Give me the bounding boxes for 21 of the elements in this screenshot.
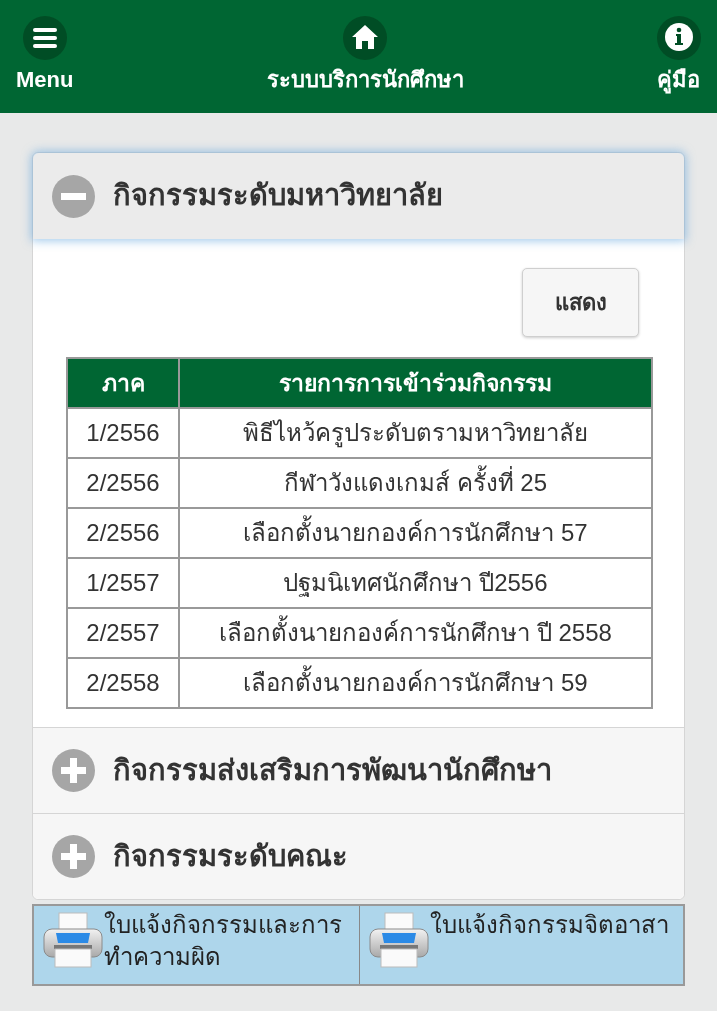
menu-icon[interactable]: [22, 16, 67, 60]
printer-icon: [42, 911, 104, 969]
table-cell: 2/2558: [67, 658, 179, 708]
info-icon[interactable]: [657, 16, 701, 60]
print-link[interactable]: ใบแจ้งกิจกรรมและการทำความผิด: [34, 906, 359, 984]
print-link[interactable]: ใบแจ้งกิจกรรมจิตอาสา: [358, 906, 683, 984]
column-header: ภาค: [67, 358, 179, 408]
printer-icon: [367, 911, 430, 969]
show-button[interactable]: แสดง: [522, 268, 639, 337]
plus-icon: [52, 749, 95, 792]
plus-icon: [52, 835, 95, 878]
nav-label[interactable]: คู่มือ: [657, 66, 701, 94]
column-header: รายการการเข้าร่วมกิจกรรม: [179, 358, 652, 408]
accordion-header[interactable]: กิจกรรมระดับคณะ: [33, 813, 684, 899]
table-cell: เลือกตั้งนายกองค์การนักศึกษา 59: [179, 658, 652, 708]
accordion-header[interactable]: กิจกรรมระดับมหาวิทยาลัย: [33, 153, 684, 239]
accordion-header[interactable]: กิจกรรมส่งเสริมการพัฒนานักศึกษา: [33, 727, 684, 813]
nav-label[interactable]: Menu: [16, 66, 74, 94]
minus-icon: [52, 174, 95, 218]
app-title[interactable]: ระบบบริการนักศึกษา: [266, 66, 464, 94]
home-icon[interactable]: [343, 16, 388, 60]
